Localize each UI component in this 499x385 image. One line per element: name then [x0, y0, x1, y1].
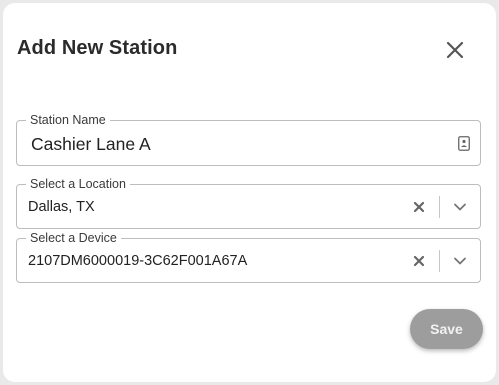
device-label: Select a Device — [26, 230, 121, 246]
device-select[interactable]: Select a Device 2107DM6000019-3C62F001A6… — [16, 230, 481, 283]
chevron-down-icon — [454, 257, 466, 265]
device-separator — [439, 250, 440, 272]
contact-card-icon — [458, 136, 470, 151]
dialog-title: Add New Station — [17, 37, 178, 59]
station-name-input[interactable] — [31, 133, 431, 155]
location-label: Select a Location — [26, 176, 130, 192]
chevron-down-icon — [454, 203, 466, 211]
clear-icon — [413, 201, 425, 213]
device-dropdown-button[interactable] — [450, 252, 470, 270]
location-clear-button[interactable] — [410, 198, 428, 216]
location-separator — [439, 196, 440, 218]
add-station-dialog: Add New Station Station Name Select a Lo… — [3, 3, 496, 382]
device-value[interactable]: 2107DM6000019-3C62F001A67A — [28, 251, 247, 271]
close-button[interactable] — [441, 36, 469, 64]
clear-icon — [413, 255, 425, 267]
station-name-label: Station Name — [26, 112, 110, 128]
location-select[interactable]: Select a Location Dallas, TX — [16, 176, 481, 229]
location-dropdown-button[interactable] — [450, 198, 470, 216]
save-button[interactable]: Save — [410, 309, 483, 349]
device-clear-button[interactable] — [410, 252, 428, 270]
station-name-field: Station Name — [16, 112, 481, 166]
location-value[interactable]: Dallas, TX — [28, 197, 95, 217]
close-icon — [446, 41, 464, 59]
